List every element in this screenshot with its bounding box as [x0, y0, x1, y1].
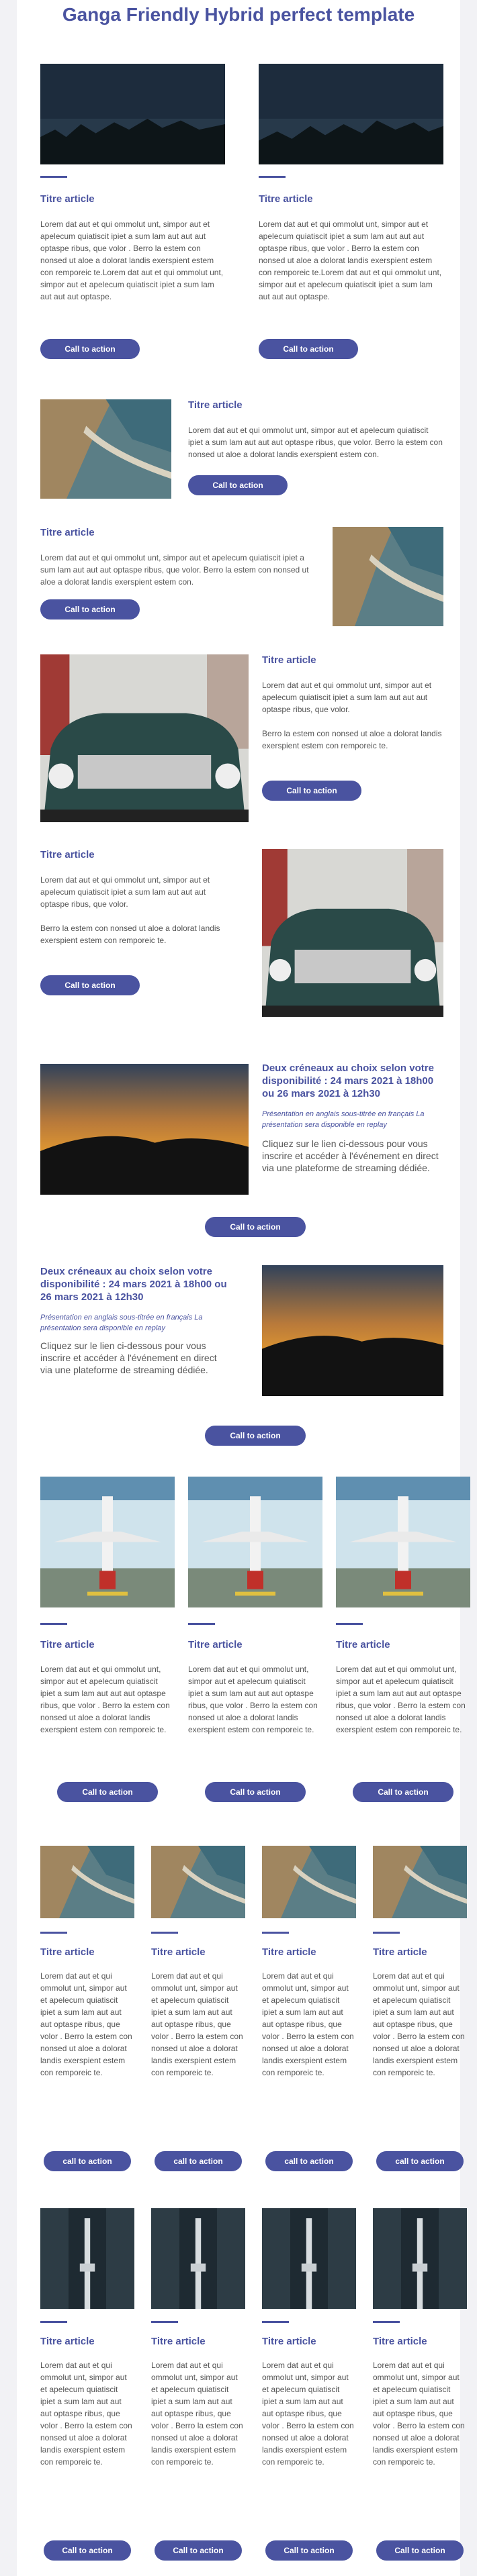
accent-line	[373, 2321, 400, 2323]
event-note: Présentation en anglais sous-titrée en f…	[40, 1314, 203, 1332]
event-note: Présentation en anglais sous-titrée en f…	[262, 1110, 425, 1129]
cta-button[interactable]: call to action	[155, 2151, 242, 2171]
cta-button[interactable]: Call to action	[265, 2540, 353, 2561]
tower-image	[151, 2208, 245, 2309]
article-title: Titre article	[40, 193, 95, 205]
coast-road-image	[373, 1846, 467, 1918]
article-title: Titre article	[262, 654, 316, 666]
accent-line	[188, 1623, 215, 1625]
article-title: Titre article	[188, 399, 243, 411]
accent-line	[262, 1932, 289, 1934]
cta-button[interactable]: call to action	[265, 2151, 353, 2171]
accent-line	[262, 2321, 289, 2323]
cta-button[interactable]: Call to action	[40, 339, 140, 359]
cta-button[interactable]: Call to action	[155, 2540, 242, 2561]
article-title: Titre article	[40, 1639, 95, 1650]
accent-line	[40, 176, 67, 178]
article-text: Lorem dat aut et qui ommolut unt, simpor…	[262, 2361, 354, 2467]
accent-line	[373, 1932, 400, 1934]
article-text: Berro la estem con nonsed ut aloe a dolo…	[262, 729, 442, 750]
article-title: Titre article	[259, 193, 313, 205]
accent-line	[40, 1623, 67, 1625]
article-text: Lorem dat aut et qui ommolut unt, simpor…	[336, 1665, 466, 1734]
airplane-image	[188, 1477, 322, 1607]
article-text: Lorem dat aut et qui ommolut unt, simpor…	[373, 2361, 465, 2467]
event-heading: Deux créneaux au choix selon votre dispo…	[40, 1266, 227, 1303]
article-text: Lorem dat aut et qui ommolut unt, simpor…	[40, 1971, 132, 2077]
coast-road-image	[40, 399, 171, 499]
sunset-image	[262, 1265, 443, 1396]
cta-button[interactable]: Call to action	[259, 339, 358, 359]
article-text: Lorem dat aut et qui ommolut unt, simpor…	[151, 1971, 243, 2077]
coast-road-image	[40, 1846, 134, 1918]
article-text: Lorem dat aut et qui ommolut unt, simpor…	[40, 1665, 170, 1734]
vintage-car-image	[40, 654, 249, 822]
article-title: Titre article	[262, 2336, 316, 2347]
accent-line	[259, 176, 286, 178]
article-text: Lorem dat aut et qui ommolut unt, simpor…	[188, 426, 443, 459]
event-text: Cliquez sur le lien ci-dessous pour vous…	[40, 1340, 217, 1375]
tower-image	[262, 2208, 356, 2309]
accent-line	[151, 1932, 178, 1934]
article-text: Lorem dat aut et qui ommolut unt, simpor…	[40, 2361, 132, 2467]
night-sky-image	[259, 64, 443, 164]
accent-line	[151, 2321, 178, 2323]
page-title: Ganga Friendly Hybrid perfect template	[62, 4, 415, 25]
article-title: Titre article	[336, 1639, 390, 1650]
article-title: Titre article	[373, 2336, 427, 2347]
cta-button[interactable]: Call to action	[188, 475, 288, 495]
cta-button[interactable]: Call to action	[205, 1217, 306, 1237]
accent-line	[40, 2321, 67, 2323]
tower-image	[40, 2208, 134, 2309]
article-title: Titre article	[40, 2336, 95, 2347]
article-text: Berro la estem con nonsed ut aloe a dolo…	[40, 924, 220, 945]
article-title: Titre article	[262, 1946, 316, 1958]
airplane-image	[336, 1477, 470, 1607]
cta-button[interactable]: Call to action	[376, 2540, 464, 2561]
article-title: Titre article	[151, 2336, 206, 2347]
cta-button[interactable]: Call to action	[57, 1782, 158, 1802]
event-heading: Deux créneaux au choix selon votre dispo…	[262, 1062, 434, 1099]
cta-button[interactable]: Call to action	[353, 1782, 453, 1802]
article-title: Titre article	[40, 527, 95, 538]
cta-button[interactable]: Call to action	[262, 781, 361, 801]
vintage-car-image	[262, 849, 443, 1017]
tower-image	[373, 2208, 467, 2309]
cta-button[interactable]: Call to action	[205, 1426, 306, 1446]
cta-button[interactable]: Call to action	[40, 599, 140, 620]
accent-line	[40, 1932, 67, 1934]
article-title: Titre article	[40, 849, 95, 860]
email-template: Ganga Friendly Hybrid perfect template T…	[17, 0, 470, 2576]
article-text: Lorem dat aut et qui ommolut unt, simpor…	[188, 1665, 318, 1734]
coast-road-image	[262, 1846, 356, 1918]
article-text: Lorem dat aut et qui ommolut unt, simpor…	[262, 1971, 354, 2077]
article-text: Lorem dat aut et qui ommolut unt, simpor…	[262, 681, 432, 714]
article-title: Titre article	[188, 1639, 243, 1650]
article-title: Titre article	[373, 1946, 427, 1958]
cta-button[interactable]: Call to action	[205, 1782, 306, 1802]
cta-button[interactable]: call to action	[376, 2151, 464, 2171]
airplane-image	[40, 1477, 175, 1607]
article-title: Titre article	[151, 1946, 206, 1958]
article-text: Lorem dat aut et qui ommolut unt, simpor…	[40, 219, 224, 301]
cta-button[interactable]: call to action	[44, 2151, 131, 2171]
cta-button[interactable]: Call to action	[40, 975, 140, 995]
sunset-image	[40, 1064, 249, 1195]
coast-road-image	[151, 1846, 245, 1918]
article-title: Titre article	[40, 1946, 95, 1958]
accent-line	[336, 1623, 363, 1625]
night-sky-image	[40, 64, 225, 164]
article-text: Lorem dat aut et qui ommolut unt, simpor…	[259, 219, 442, 301]
article-text: Lorem dat aut et qui ommolut unt, simpor…	[40, 553, 309, 587]
article-text: Lorem dat aut et qui ommolut unt, simpor…	[40, 875, 210, 909]
article-text: Lorem dat aut et qui ommolut unt, simpor…	[373, 1971, 465, 2077]
article-text: Lorem dat aut et qui ommolut unt, simpor…	[151, 2361, 243, 2467]
event-text: Cliquez sur le lien ci-dessous pour vous…	[262, 1138, 439, 1173]
coast-road-image	[333, 527, 443, 626]
cta-button[interactable]: Call to action	[44, 2540, 131, 2561]
